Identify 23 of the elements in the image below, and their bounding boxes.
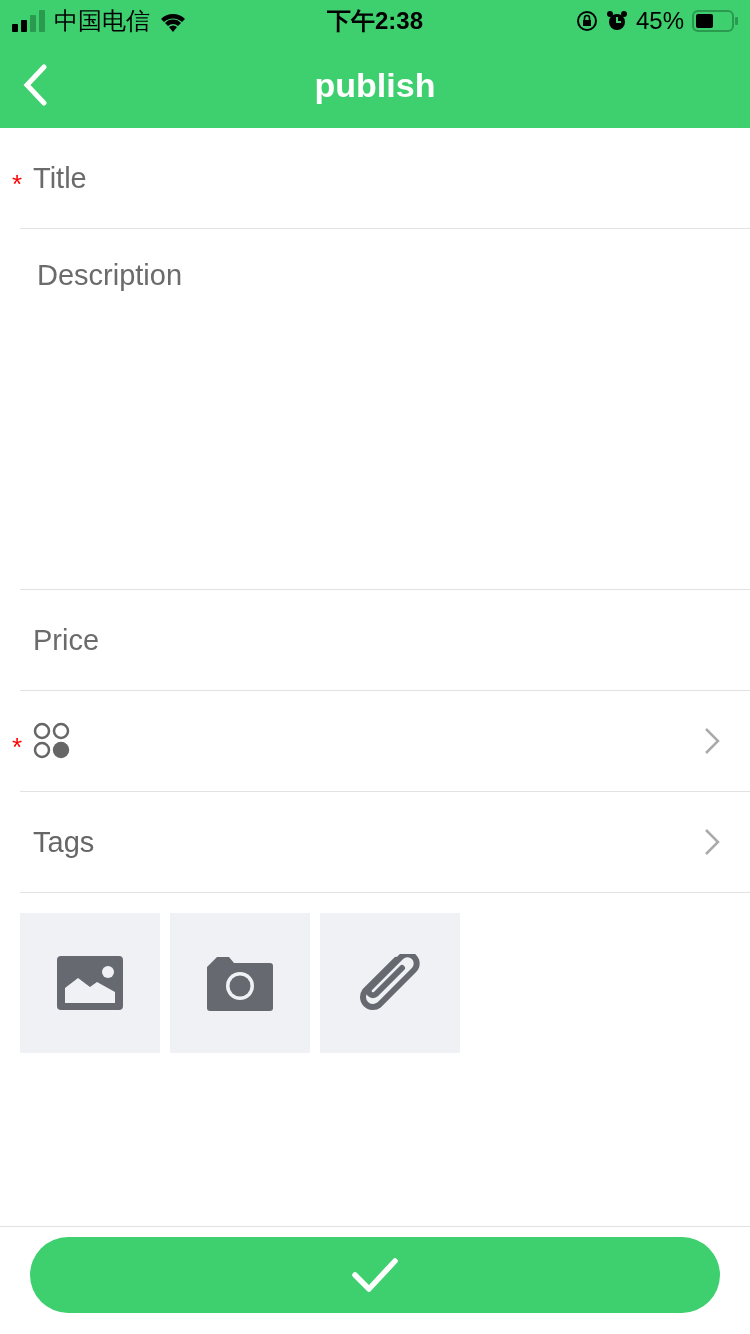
alarm-icon — [605, 10, 628, 32]
tags-picker[interactable]: Tags — [20, 792, 720, 892]
rotation-lock-icon — [575, 10, 598, 32]
attachment-button[interactable] — [170, 913, 310, 1053]
image-icon — [57, 956, 123, 1010]
back-icon — [22, 64, 48, 106]
text-field[interactable]: Price — [20, 610, 720, 670]
attachment-button[interactable] — [320, 913, 460, 1053]
page-title: publish — [314, 65, 436, 105]
carrier-name: 中国电信 — [54, 6, 150, 36]
signal-icon — [12, 10, 46, 32]
clock-time: 下午2:38 — [327, 6, 424, 36]
battery-percent: 45% — [635, 7, 684, 35]
circles-icon — [33, 722, 71, 760]
required-mark: * — [12, 168, 23, 200]
chevron-right-icon — [704, 727, 720, 755]
attachment-button[interactable] — [20, 913, 160, 1053]
check-icon — [351, 1257, 399, 1293]
camera-icon — [207, 955, 273, 1011]
required-mark: * — [12, 731, 23, 763]
battery-icon — [692, 10, 738, 32]
description-field[interactable]: Description — [37, 259, 720, 559]
chevron-right-icon — [704, 828, 720, 856]
